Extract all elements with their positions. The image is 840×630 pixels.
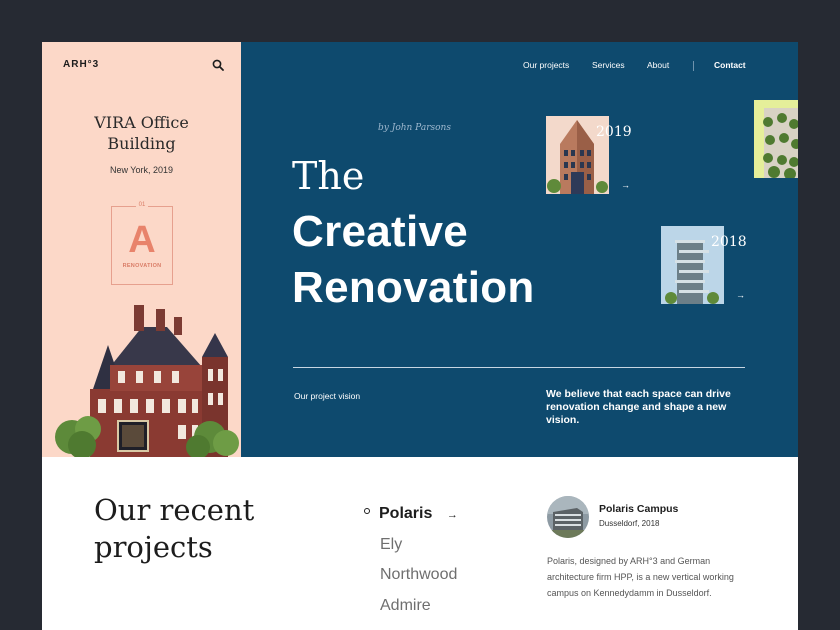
recent-projects-title: Our recent projects: [94, 492, 254, 566]
feature-title-line1: VIRA Office: [94, 113, 189, 132]
feature-title-line2: Building: [107, 134, 176, 153]
project-item-ely[interactable]: Ely: [380, 536, 402, 554]
nav-divider: [693, 61, 694, 71]
badge-number: 01: [135, 202, 149, 208]
project-name: Polaris: [379, 505, 433, 522]
signature: by John Parsons: [378, 123, 451, 133]
detail-location: Dusseldorf, 2018: [599, 519, 660, 528]
feature-subtitle: New York, 2019: [109, 165, 174, 175]
logo[interactable]: ARH°3: [63, 59, 99, 70]
page-frame: ARH°3 VIRA Office Building New York, 201…: [42, 42, 798, 630]
project-thumb-peek[interactable]: [754, 100, 798, 178]
badge-letter: A: [128, 219, 156, 261]
arrow-right-icon[interactable]: →: [621, 180, 630, 190]
project-item-northwood[interactable]: Northwood: [380, 566, 457, 584]
search-icon[interactable]: [212, 59, 224, 71]
nav-about[interactable]: About: [647, 60, 669, 70]
project-item-admire[interactable]: Admire: [380, 597, 431, 615]
hero-panel: Our projects Services About Contact by J…: [241, 42, 798, 457]
recent-title-line1: Our recent: [94, 493, 255, 527]
feature-panel: ARH°3 VIRA Office Building New York, 201…: [42, 42, 241, 457]
detail-title: Polaris Campus: [599, 503, 679, 515]
nav-contact[interactable]: Contact: [714, 60, 746, 70]
hero-title-the: The: [292, 154, 365, 198]
recent-title-line2: projects: [94, 530, 213, 564]
building-image: [55, 305, 239, 457]
hero-title-creative: Creative: [292, 207, 469, 256]
nav-services[interactable]: Services: [592, 60, 625, 70]
vision-text: We believe that each space can drive ren…: [546, 388, 731, 426]
renovation-badge: 01 A RENOVATION: [111, 202, 173, 285]
thumb-year-2019: 2019: [596, 124, 632, 140]
feature-title: VIRA Office Building: [42, 112, 241, 154]
project-item-polaris[interactable]: Polaris →: [379, 505, 458, 523]
hero-title-renovation: Renovation: [292, 263, 535, 312]
hero-divider: [293, 367, 745, 368]
nav-our-projects[interactable]: Our projects: [523, 60, 569, 70]
arrow-right-icon: →: [446, 509, 458, 521]
detail-description: Polaris, designed by ARH°3 and German ar…: [547, 556, 734, 598]
badge-label: RENOVATION: [122, 263, 162, 269]
active-indicator-icon: [364, 508, 370, 514]
thumb-year-2018: 2018: [711, 234, 747, 250]
arrow-right-icon[interactable]: →: [736, 290, 745, 300]
project-avatar: [547, 496, 589, 538]
vision-label: Our project vision: [294, 391, 361, 401]
